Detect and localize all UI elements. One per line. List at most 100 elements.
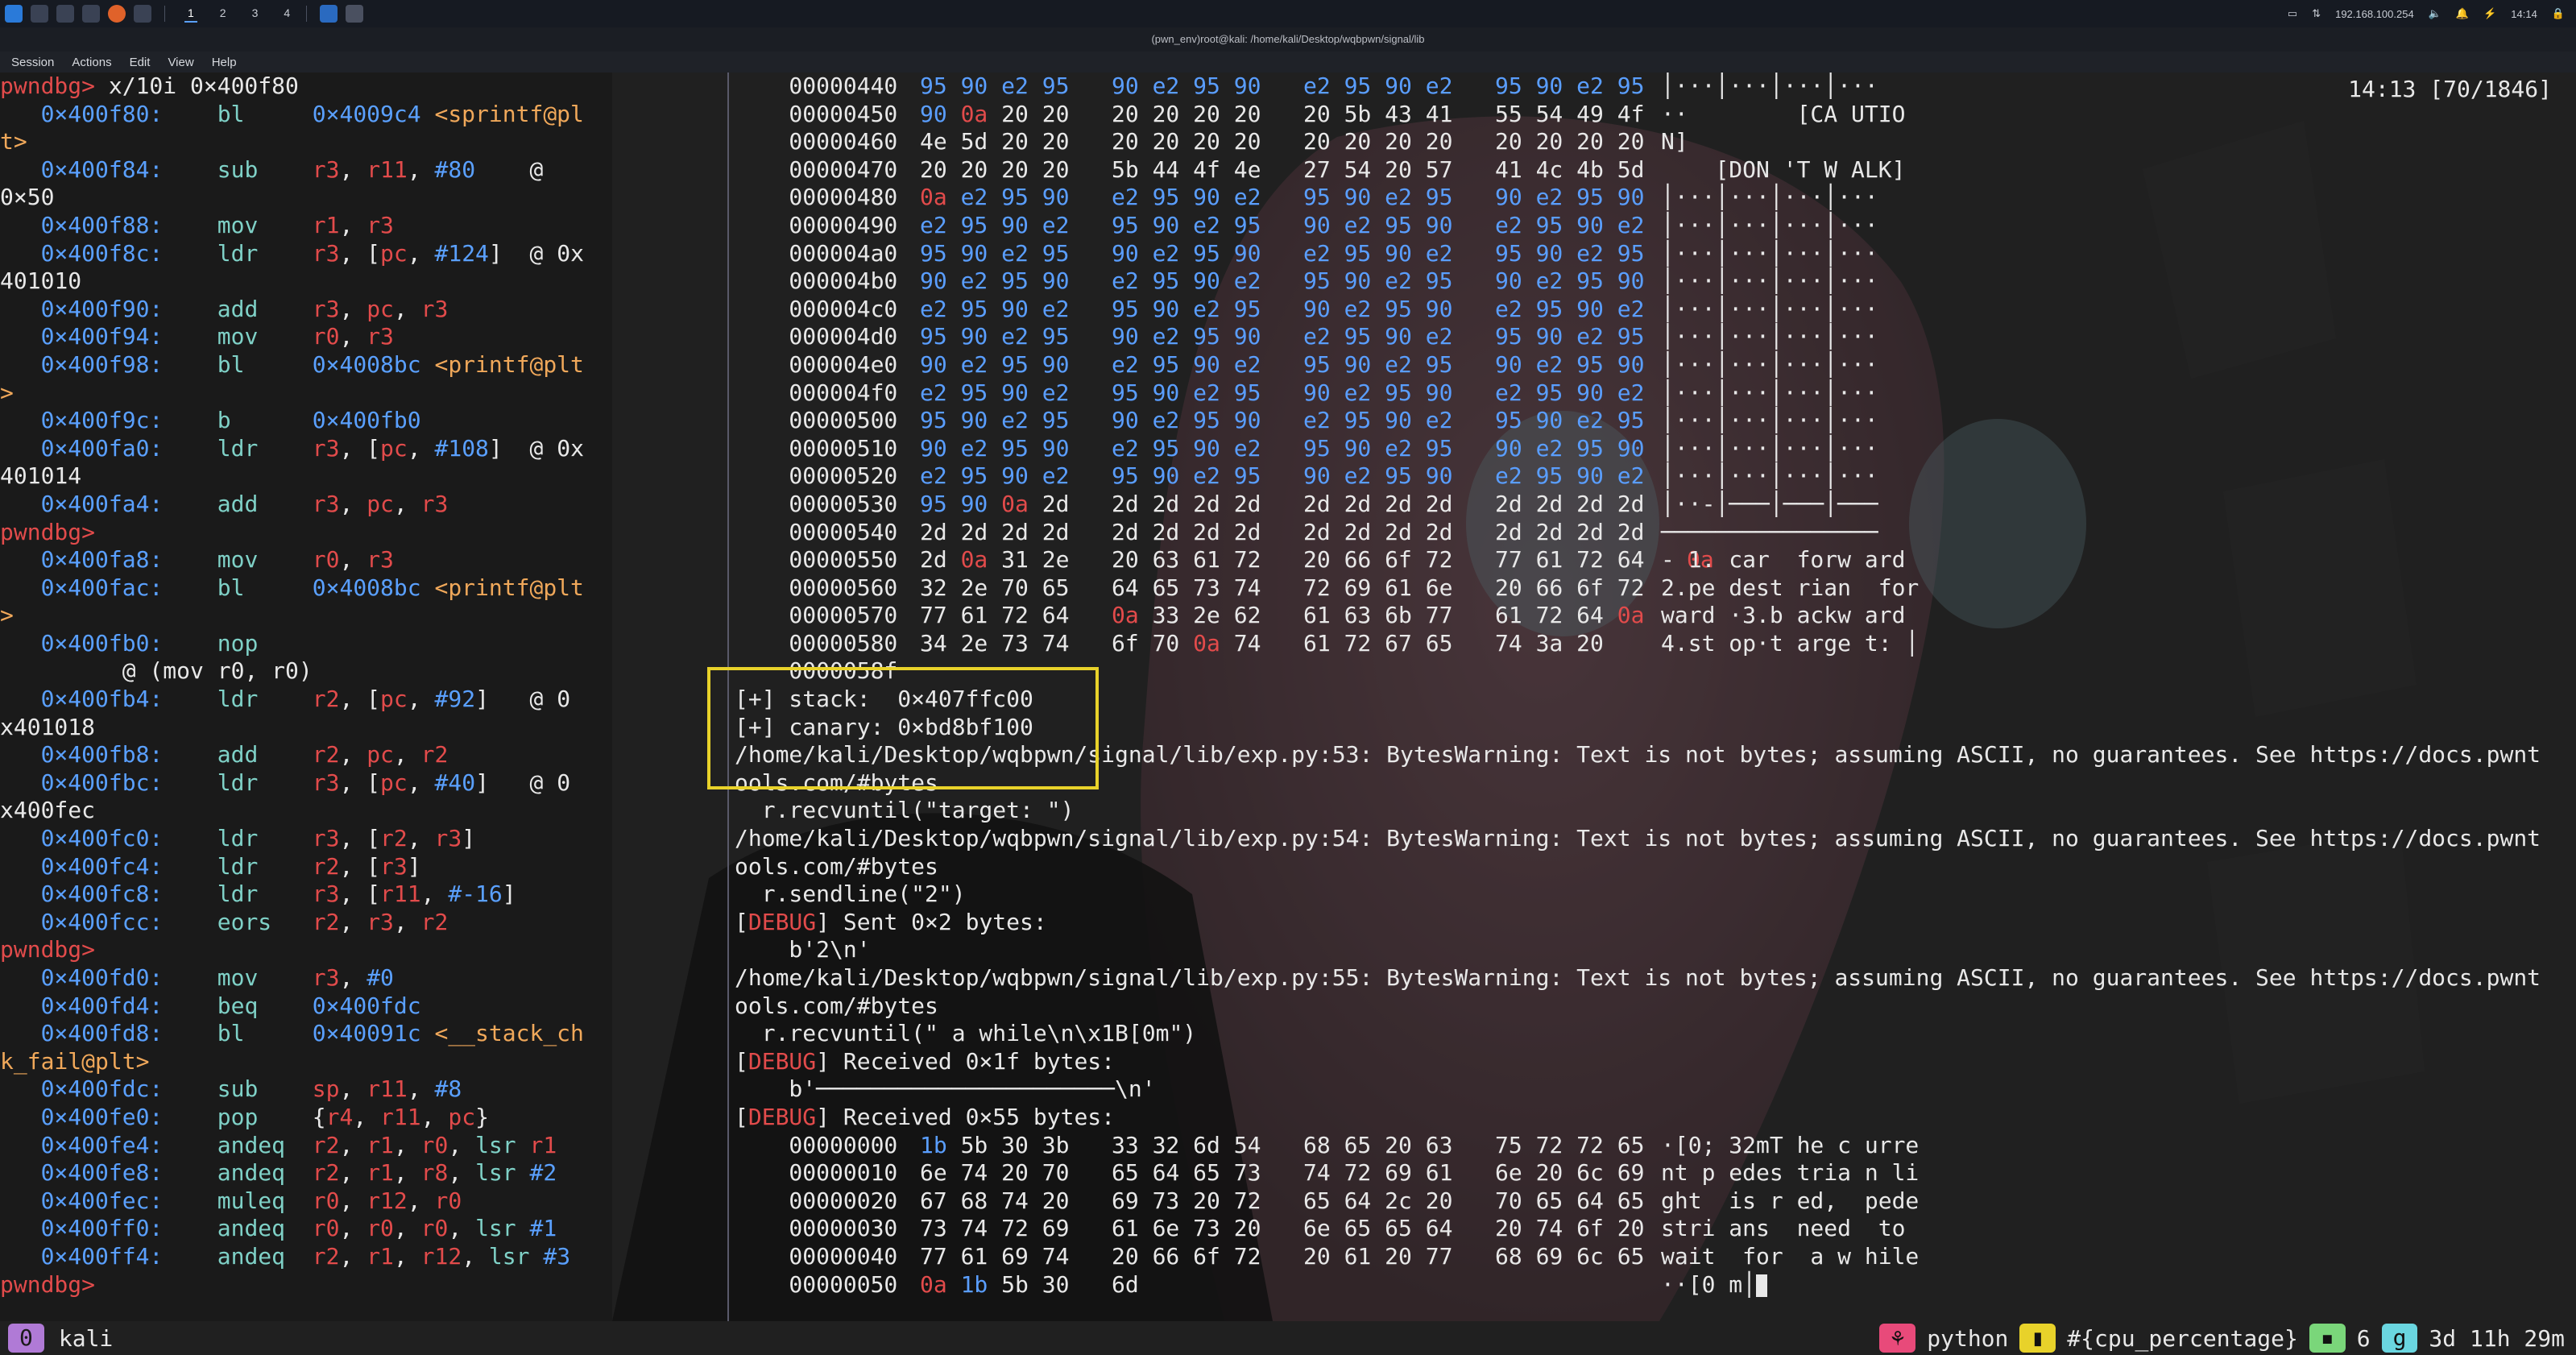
hex-byte: 64 (1152, 1159, 1180, 1187)
lock-icon[interactable]: 🔒 (2552, 7, 2565, 20)
hex-ascii: │···│···│···│··· (1661, 295, 1878, 322)
hexdump-row: 000004e0 90 e2 95 90 e2 95 90 e2 95 90 e2 9… (735, 351, 2571, 379)
text-segment: pop (217, 1103, 259, 1130)
text-segment: , (407, 239, 435, 267)
hex-group: 90 e2 95 90 (1112, 323, 1303, 351)
power-icon[interactable]: ⚡ (2483, 7, 2496, 20)
text-segment (285, 1243, 313, 1270)
text-segment: ldr (217, 769, 259, 796)
hex-byte: e2 (960, 350, 988, 378)
volume-icon[interactable]: 🔈 (2429, 7, 2441, 20)
text-segment (516, 1132, 530, 1158)
hex-group: 90 e2 95 90 (1112, 407, 1303, 435)
hex-byte: 77 (920, 602, 947, 629)
text-segment (271, 909, 313, 935)
hex-byte: e2 (1303, 239, 1331, 267)
desktop-icon[interactable] (31, 5, 48, 23)
hex-byte: 2d (1576, 490, 1604, 517)
hex-byte: 74 (1233, 574, 1261, 601)
hex-byte: 61 (1193, 546, 1220, 574)
text-segment (258, 992, 312, 1019)
hex-byte: 75 (1495, 1131, 1522, 1158)
gdb-pane[interactable]: pwndbg> x/10i 0×400f80 0×400f80: bl 0×40… (0, 73, 727, 1321)
menu-actions[interactable]: Actions (72, 56, 111, 69)
window-title: (pwn_env)root@kali: /home/kali/Desktop/w… (0, 27, 2576, 52)
hex-byte: 6f (1576, 1215, 1604, 1242)
text-segment: > (0, 602, 14, 629)
hex-byte: 90 (1344, 267, 1372, 295)
text-segment: r0 (312, 546, 340, 574)
notification-icon[interactable]: 🔔 (2456, 7, 2469, 20)
text-segment: ools.com/#bytes (735, 992, 938, 1019)
hex-byte: 41 (1425, 100, 1453, 127)
text-segment: 0×400fe4: (0, 1131, 164, 1158)
hex-group: 77 61 69 74 (920, 1243, 1112, 1271)
workspace-2[interactable]: 2 (217, 5, 230, 23)
text-segment: , (407, 434, 435, 462)
hex-byte: 70 (1495, 1187, 1522, 1214)
text-segment: nop (217, 629, 259, 657)
workspace-4[interactable]: 4 (280, 5, 293, 23)
highlight-box (707, 667, 1099, 789)
hex-byte: e2 (1193, 295, 1220, 322)
hex-offset: 00000500 (735, 407, 898, 434)
menu-help[interactable]: Help (212, 56, 237, 69)
hex-byte: 95 (1112, 211, 1139, 238)
text-segment: ldr (217, 434, 259, 462)
network-icon[interactable]: ⇅ (2312, 7, 2321, 20)
terminal-icon[interactable] (134, 5, 151, 23)
text-segment: r2 (420, 741, 449, 769)
taskbar: 1 2 3 4 ▭ ⇅ 192.168.100.254 🔈 🔔 ⚡ 14:14 … (0, 0, 2576, 27)
firefox-icon[interactable] (108, 5, 126, 23)
menu-view[interactable]: View (168, 56, 193, 69)
hex-byte: 95 (1193, 323, 1220, 350)
text-segment: , (393, 1215, 421, 1242)
hex-offset: 00000030 (735, 1215, 898, 1242)
hex-byte: 0a (1617, 602, 1645, 629)
gdb-line: 0×50 (0, 184, 727, 212)
text-segment (163, 964, 217, 991)
text-segment (258, 769, 312, 796)
hex-ascii: - 1. car forw ard (1661, 546, 1906, 574)
text-segment: /home/kali/Desktop/wqbpwn/signal/lib/exp… (735, 964, 2541, 991)
hex-byte: 61 (1535, 546, 1563, 574)
windows-icon: ▪ (2309, 1324, 2346, 1353)
active-terminal-icon[interactable] (346, 5, 364, 23)
gdb-line: 0×400fd4: beq 0×400fdc (0, 992, 727, 1021)
hex-group: 95 90 e2 95 (920, 73, 1112, 101)
hex-group: 20 61 20 77 (1303, 1243, 1495, 1271)
text-segment (163, 323, 217, 350)
hex-byte: 95 (1617, 73, 1645, 99)
text-segment: , (339, 546, 367, 574)
hex-byte: 95 (1344, 407, 1372, 434)
gdb-line: 0×400ff0: andeq r0, r0, r0, lsr #1 (0, 1215, 727, 1243)
workspace-3[interactable]: 3 (249, 5, 262, 23)
vscode-icon[interactable] (320, 5, 338, 23)
text-editor-icon[interactable] (82, 5, 100, 23)
text-segment (285, 1215, 313, 1241)
text-segment (244, 1020, 312, 1046)
hex-byte: 2d (1385, 490, 1412, 517)
hex-byte: 20 (920, 155, 947, 183)
hex-byte: 90 (960, 239, 988, 267)
menu-session[interactable]: Session (11, 56, 54, 69)
text-segment: , (393, 1131, 421, 1158)
hexdump-row: 00000550 2d 0a 31 2e 20 63 61 72 20 66 6f 7… (735, 546, 2571, 574)
hex-group: 20 66 6f 72 (1303, 546, 1495, 574)
hex-byte: 95 (1233, 211, 1261, 238)
hex-byte: 72 (1001, 1215, 1029, 1242)
session-name[interactable]: kali (59, 1325, 113, 1352)
text-segment: , (407, 1075, 435, 1103)
workspace-1[interactable]: 1 (184, 5, 197, 23)
menu-edit[interactable]: Edit (130, 56, 151, 69)
terminal-area[interactable]: pwndbg> x/10i 0×400f80 0×400f80: bl 0×40… (0, 73, 2576, 1321)
text-segment: 0×400f98: (0, 350, 164, 378)
kali-menu-icon[interactable] (5, 5, 23, 23)
monitor-icon[interactable]: ▭ (2288, 7, 2297, 20)
hex-byte: 95 (1344, 73, 1372, 99)
hex-ascii: stri ans need to (1661, 1215, 1906, 1242)
gdb-line: 0×400fd0: mov r3, #0 (0, 964, 727, 992)
hex-ascii: 2.pe dest rian for (1661, 574, 1920, 601)
file-manager-icon[interactable] (56, 5, 74, 23)
session-index[interactable]: 0 (8, 1324, 44, 1353)
